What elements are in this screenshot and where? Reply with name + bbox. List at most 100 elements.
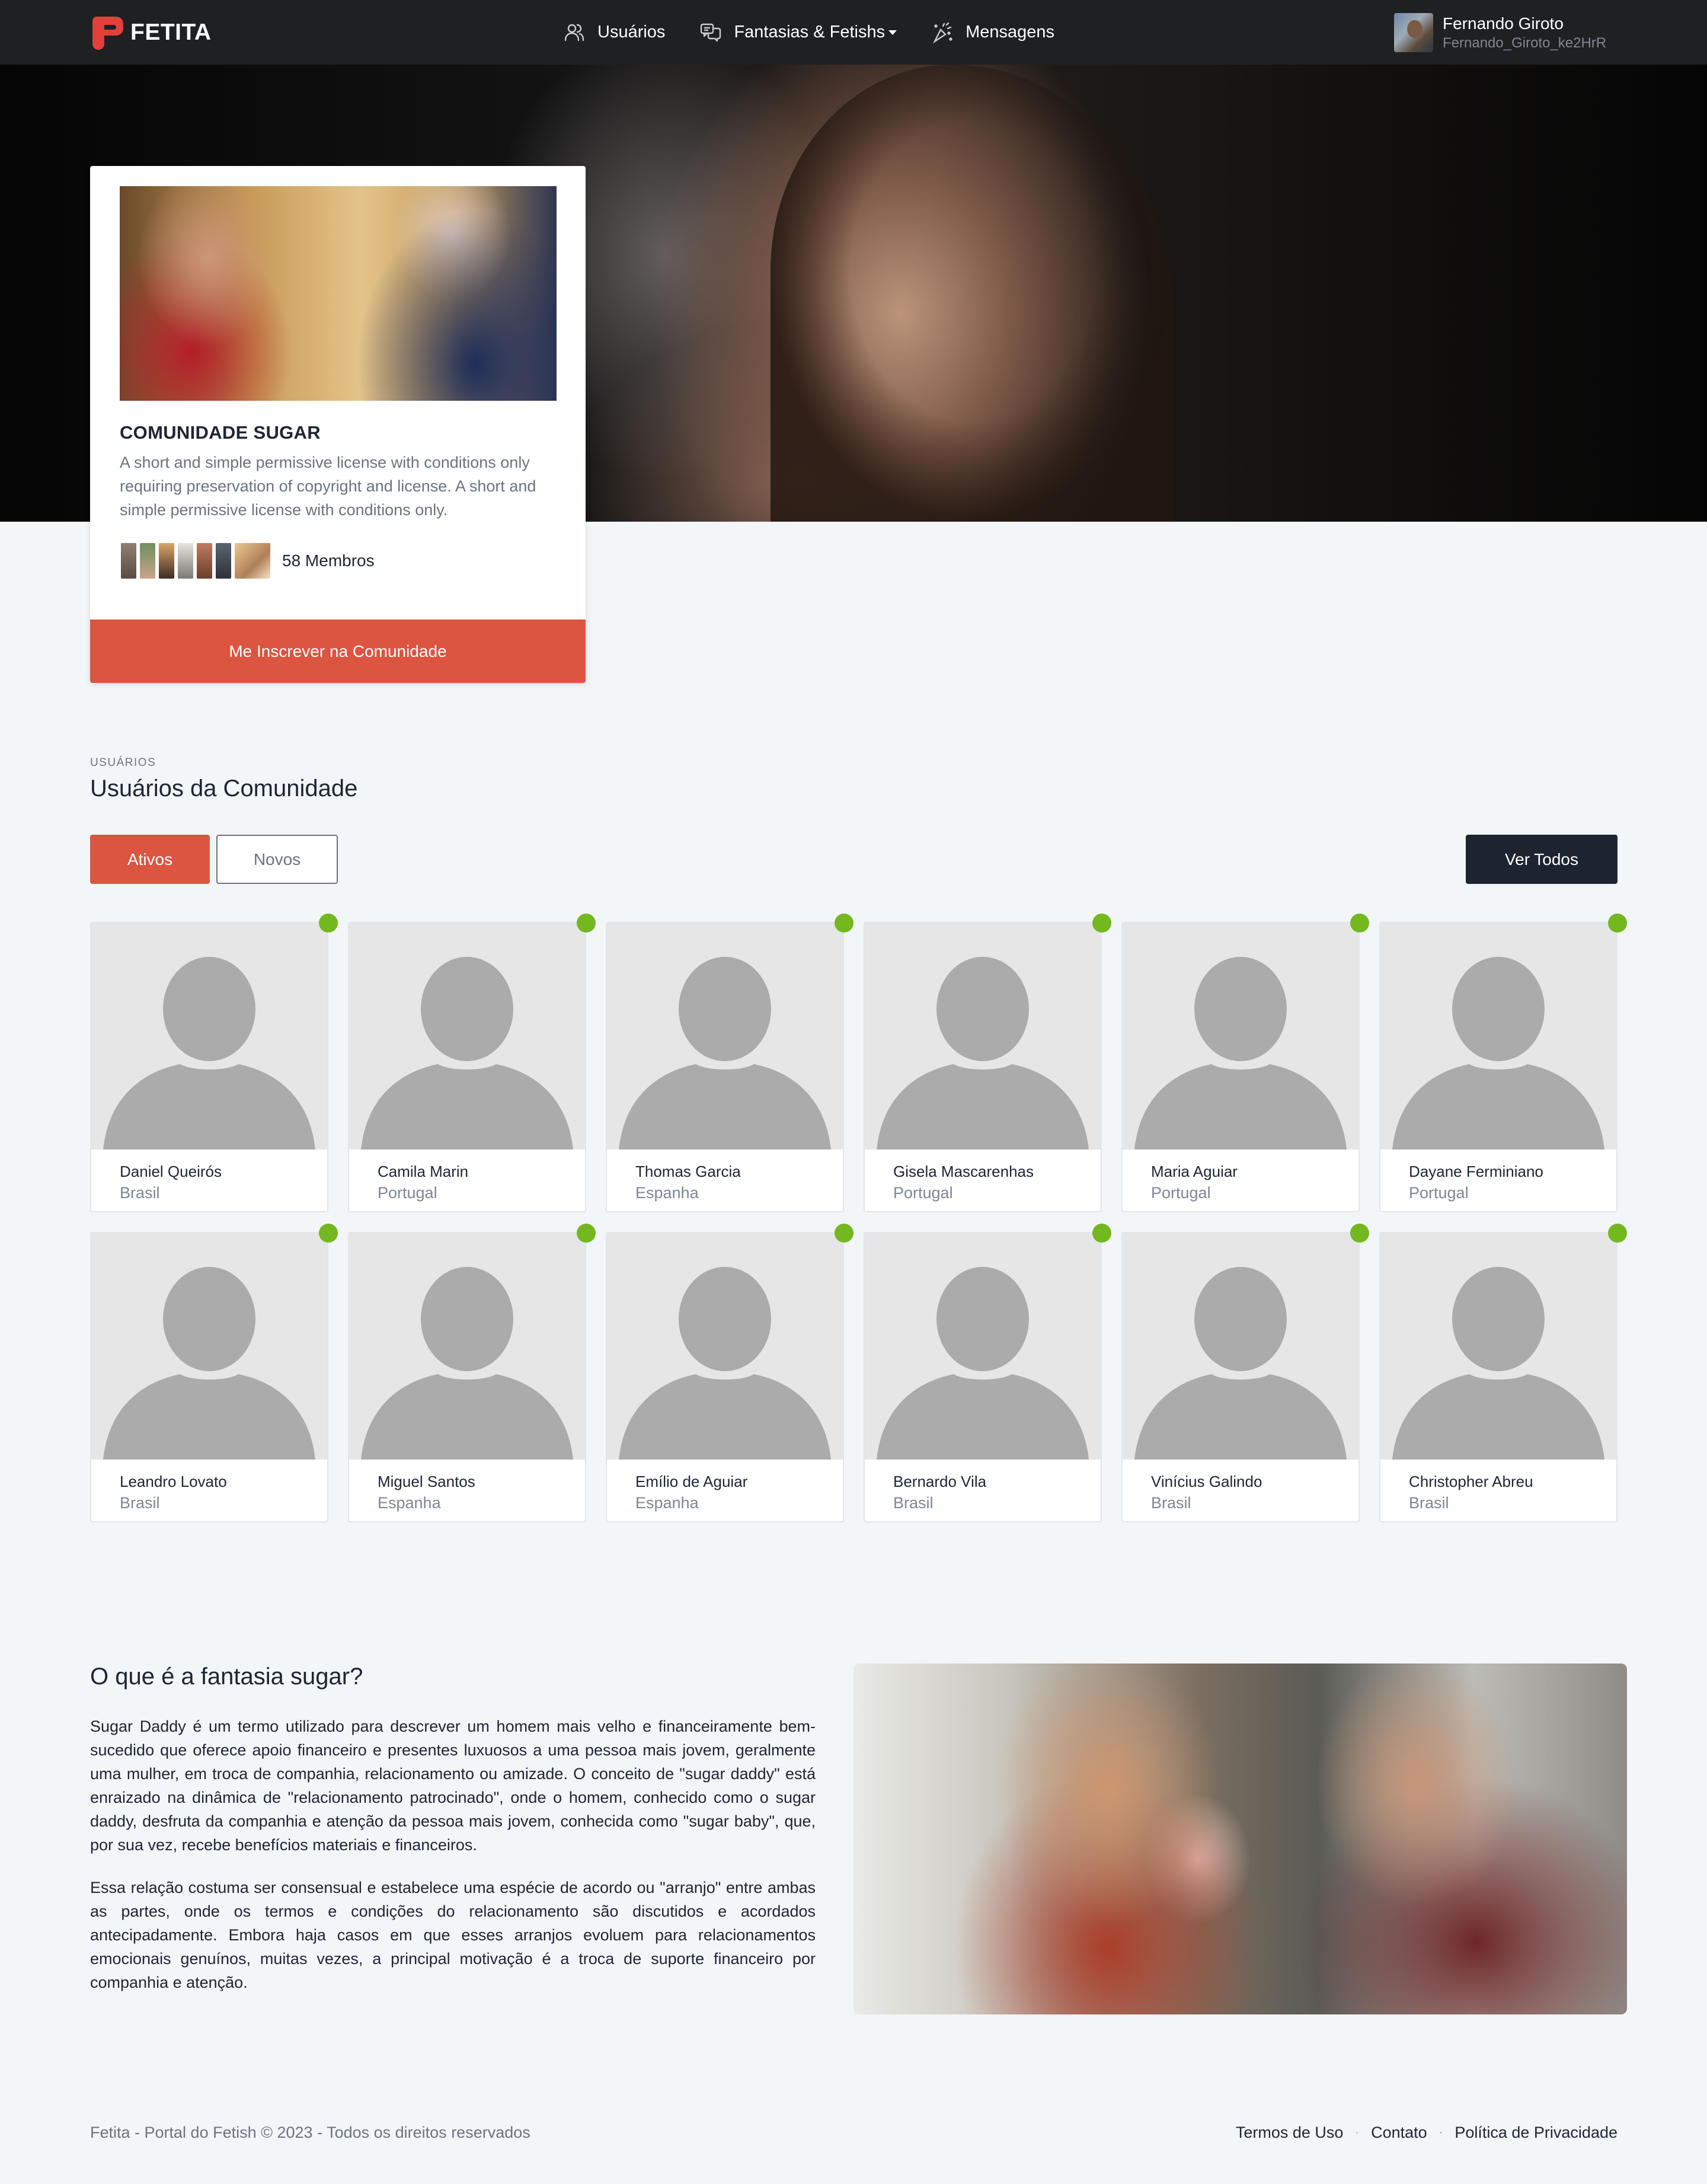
footer-copyright: Fetita - Portal do Fetish © 2023 - Todos… — [90, 2124, 530, 2141]
avatar — [1394, 13, 1433, 52]
avatar-placeholder — [1123, 923, 1358, 1150]
user-name: Camila Marin — [378, 1163, 469, 1180]
see-all-button[interactable]: Ver Todos — [1466, 835, 1618, 884]
tab-ativos[interactable]: Ativos — [90, 835, 210, 884]
user-card[interactable]: Vinícius Galindo Brasil — [1121, 1224, 1369, 1522]
online-status-icon — [835, 1224, 853, 1243]
about-image — [853, 1663, 1627, 2014]
avatar — [196, 542, 213, 580]
section-title: Usuários da Comunidade — [90, 775, 358, 802]
user-silhouette-icon — [1392, 957, 1604, 1150]
user-name: Bernardo Vila — [893, 1473, 987, 1490]
chat-bubbles-icon — [701, 23, 721, 41]
online-status-icon — [1350, 914, 1369, 933]
community-name: COMUNIDADE SUGAR — [120, 422, 321, 443]
user-country: Portugal — [893, 1184, 953, 1202]
footer-separator: · — [1355, 2126, 1360, 2139]
user-card[interactable]: Miguel Santos Espanha — [348, 1224, 596, 1522]
user-country: Brasil — [1151, 1494, 1191, 1512]
user-silhouette-icon — [1134, 957, 1347, 1150]
nav-item-label: Usuários — [597, 23, 666, 41]
avatar-placeholder — [865, 923, 1101, 1150]
user-card[interactable]: Leandro Lovato Brasil — [90, 1224, 338, 1522]
online-status-icon — [1350, 1224, 1369, 1243]
avatar — [177, 542, 194, 580]
user-silhouette-icon — [1134, 1267, 1347, 1460]
join-community-button[interactable]: Me Inscrever na Comunidade — [90, 620, 586, 683]
members-count: 58 Membros — [282, 551, 375, 570]
tab-novos[interactable]: Novos — [216, 835, 338, 884]
online-status-icon — [319, 1224, 338, 1243]
nav-item-fantasias[interactable]: Fantasias & Fetishs — [699, 21, 897, 44]
user-silhouette-icon — [877, 957, 1089, 1150]
brand-logo-link[interactable]: FETITA — [90, 14, 212, 51]
avatar-placeholder — [607, 1233, 843, 1460]
user-menu[interactable]: Fernando Giroto Fernando_Giroto_ke2HrR — [1394, 13, 1606, 52]
nav-item-mensagens[interactable]: Mensagens — [931, 21, 1054, 44]
avatar-placeholder — [865, 1233, 1101, 1460]
user-card[interactable]: Bernardo Vila Brasil — [864, 1224, 1111, 1522]
avatar-placeholder — [91, 923, 327, 1150]
user-silhouette-icon — [619, 957, 831, 1150]
footer-separator: · — [1439, 2126, 1443, 2139]
community-members[interactable]: 58 Membros — [120, 542, 375, 580]
users-icon — [564, 24, 584, 41]
footer-links: Termos de Uso · Contato · Política de Pr… — [1236, 2124, 1618, 2142]
user-card[interactable]: Dayane Ferminiano Portugal — [1379, 914, 1627, 1212]
user-country: Espanha — [635, 1184, 699, 1202]
nav-item-usuarios[interactable]: Usuários — [563, 21, 665, 44]
user-card[interactable]: Camila Marin Portugal — [348, 914, 596, 1212]
avatar-placeholder — [1380, 1233, 1616, 1460]
user-card[interactable]: Gisela Mascarenhas Portugal — [864, 914, 1111, 1212]
avatar-placeholder — [607, 923, 843, 1150]
avatar-placeholder — [1380, 923, 1616, 1150]
user-silhouette-icon — [103, 957, 315, 1150]
avatar-placeholder — [91, 1233, 327, 1460]
user-card[interactable]: Maria Aguiar Portugal — [1121, 914, 1369, 1212]
user-country: Espanha — [635, 1494, 699, 1512]
user-country: Espanha — [378, 1494, 441, 1512]
user-country: Brasil — [893, 1494, 934, 1512]
hero-overlay — [771, 65, 1174, 522]
user-name: Vinícius Galindo — [1151, 1473, 1262, 1490]
about-paragraph: Sugar Daddy é um termo utilizado para de… — [90, 1717, 816, 1854]
avatar — [158, 542, 175, 580]
online-status-icon — [1608, 914, 1627, 933]
about-paragraph: Essa relação costuma ser consensual e es… — [90, 1879, 816, 1991]
user-name: Emílio de Aguiar — [635, 1473, 748, 1490]
online-status-icon — [835, 914, 853, 933]
footer-link-contact[interactable]: Contato — [1371, 2124, 1427, 2142]
avatar-placeholder — [349, 923, 585, 1150]
user-card[interactable]: Christopher Abreu Brasil — [1379, 1224, 1627, 1522]
footer-link-terms[interactable]: Termos de Uso — [1236, 2124, 1344, 2142]
online-status-icon — [577, 1224, 596, 1243]
avatar-placeholder — [349, 1233, 585, 1460]
user-country: Brasil — [120, 1184, 160, 1202]
user-country: Brasil — [120, 1494, 160, 1512]
user-country: Portugal — [1409, 1184, 1469, 1202]
footer-link-privacy[interactable]: Política de Privacidade — [1455, 2124, 1618, 2142]
user-name: Gisela Mascarenhas — [893, 1163, 1034, 1180]
online-status-icon — [1092, 1224, 1111, 1243]
user-handle: Fernando_Giroto_ke2HrR — [1443, 35, 1607, 51]
user-card[interactable]: Emílio de Aguiar Espanha — [606, 1224, 853, 1522]
user-country: Portugal — [378, 1184, 437, 1202]
community-description: A short and simple permissive license wi… — [120, 454, 536, 519]
section-eyebrow: USUÁRIOS — [90, 756, 156, 769]
user-silhouette-icon — [1392, 1267, 1604, 1460]
user-name: Leandro Lovato — [120, 1473, 227, 1490]
user-card[interactable]: Daniel Queirós Brasil — [90, 914, 338, 1212]
online-status-icon — [577, 914, 596, 933]
online-status-icon — [1092, 914, 1111, 933]
avatar — [234, 542, 271, 580]
community-card: COMUNIDADE SUGAR A short and simple perm… — [90, 166, 586, 683]
user-silhouette-icon — [361, 957, 573, 1150]
fetita-logo-icon — [90, 14, 124, 51]
online-status-icon — [1608, 1224, 1627, 1243]
user-name: Christopher Abreu — [1409, 1473, 1533, 1490]
user-name: Dayane Ferminiano — [1409, 1163, 1543, 1180]
user-card[interactable]: Thomas Garcia Espanha — [606, 914, 853, 1212]
avatar — [120, 542, 138, 580]
avatar — [139, 542, 156, 580]
avatar-placeholder — [1123, 1233, 1358, 1460]
